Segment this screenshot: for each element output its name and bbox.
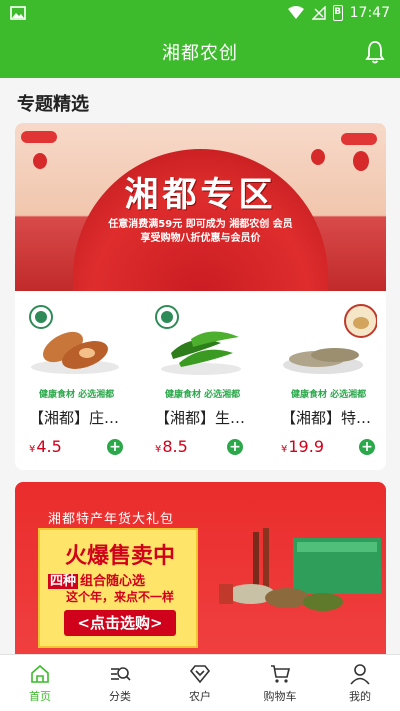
app-bar: 湘都农创 <box>0 26 400 78</box>
gift-promo-box: 火爆售卖中 四种 组合随心选 这个年，来点不一样 <点击选购> <box>38 528 198 648</box>
add-to-cart-button[interactable]: + <box>107 439 123 455</box>
add-to-cart-button[interactable]: + <box>359 439 375 455</box>
product-badge: 健康食材 必选湘都 <box>165 390 241 400</box>
nav-label: 分类 <box>109 690 131 703</box>
cloud-decoration <box>21 131 57 143</box>
nav-label: 购物车 <box>263 690 297 703</box>
gift-subline: 四种 组合随心选 <box>48 574 146 589</box>
battery-icon: B <box>332 5 343 21</box>
page-title: 湘都农创 <box>162 43 238 64</box>
product-name: 【湘都】特… <box>281 409 372 427</box>
nav-label: 农户 <box>189 690 211 703</box>
product-name: 【湘都】生… <box>155 409 246 427</box>
sweet-potato-image <box>29 305 119 374</box>
product-card[interactable]: 健康食材 必选湘都 【湘都】特… ¥19.9 + <box>267 291 386 470</box>
home-icon <box>31 664 49 683</box>
nav-label: 首页 <box>29 690 51 703</box>
status-bar: B 17:47 <box>0 0 400 26</box>
add-to-cart-button[interactable]: + <box>227 439 243 455</box>
profile-icon <box>350 664 370 685</box>
green-pepper-image <box>155 305 241 375</box>
product-price: ¥4.5 <box>29 437 62 456</box>
nav-item-home[interactable]: 首页 <box>0 655 80 711</box>
banner-gift-pack[interactable]: 湘都特产年货大礼包 火爆售卖中 四种 组合随心选 这个年，来点不一样 <点击选购> <box>15 482 386 654</box>
product-card[interactable]: 健康食材 必选湘都 【湘都】生… ¥8.5 + <box>141 291 261 470</box>
product-price: ¥8.5 <box>155 437 188 456</box>
gift-headline: 火爆售卖中 <box>64 544 175 569</box>
nav-label: 我的 <box>349 690 371 703</box>
bell-icon[interactable] <box>364 40 386 64</box>
gift-pack-tag: 湘都特产年货大礼包 <box>48 512 175 527</box>
nav-item-category[interactable]: 分类 <box>80 655 160 711</box>
banner-subtitle: 任意消费满59元 即可成为 湘都农创 会员 <box>108 219 293 230</box>
banner-xiangdu-zone[interactable]: 湘都专区 任意消费满59元 即可成为 湘都农创 会员 享受购物八折优惠与会员价 <box>15 123 386 291</box>
product-list: 健康食材 必选湘都 【湘都】庄… ¥4.5 + 健康食材 必选湘都 【湘都】生…… <box>15 291 386 470</box>
shop-now-button[interactable]: <点击选购> <box>64 610 176 636</box>
cloud-decoration <box>341 133 377 145</box>
section-title: 专题精选 <box>17 94 89 115</box>
banner-title: 湘都专区 <box>124 175 277 215</box>
clock: 17:47 <box>349 5 390 21</box>
product-badge: 健康食材 必选湘都 <box>291 390 367 400</box>
wifi-icon <box>287 6 304 19</box>
farmer-diamond-icon <box>189 665 211 684</box>
nav-item-farmer[interactable]: 农户 <box>160 655 240 711</box>
gallery-notification-icon <box>10 6 26 20</box>
signal-icon <box>311 6 326 20</box>
cart-icon <box>271 665 291 683</box>
nav-item-profile[interactable]: 我的 <box>320 655 400 711</box>
product-name: 【湘都】庄… <box>29 409 120 427</box>
nav-item-cart[interactable]: 购物车 <box>240 655 320 711</box>
product-price: ¥19.9 <box>281 437 324 456</box>
gift-products-image <box>219 528 381 611</box>
category-search-icon <box>111 667 131 681</box>
gift-slogan: 这个年，来点不一样 <box>65 590 174 604</box>
dried-fish-image <box>283 304 377 374</box>
topic-card[interactable]: 湘都专区 任意消费满59元 即可成为 湘都农创 会员 享受购物八折优惠与会员价 … <box>15 123 386 470</box>
bottom-nav: 首页 分类 农户 购物车 我的 <box>0 654 400 711</box>
banner-subtitle-2: 享受购物八折优惠与会员价 <box>140 233 261 244</box>
lantern-icon <box>311 149 325 165</box>
main-content[interactable]: 专题精选 湘都专区 任意消费满59元 即可成为 湘都农创 会员 享受购物八折优惠… <box>0 78 400 654</box>
product-card[interactable]: 健康食材 必选湘都 【湘都】庄… ¥4.5 + <box>15 291 135 470</box>
product-badge: 健康食材 必选湘都 <box>39 390 115 400</box>
